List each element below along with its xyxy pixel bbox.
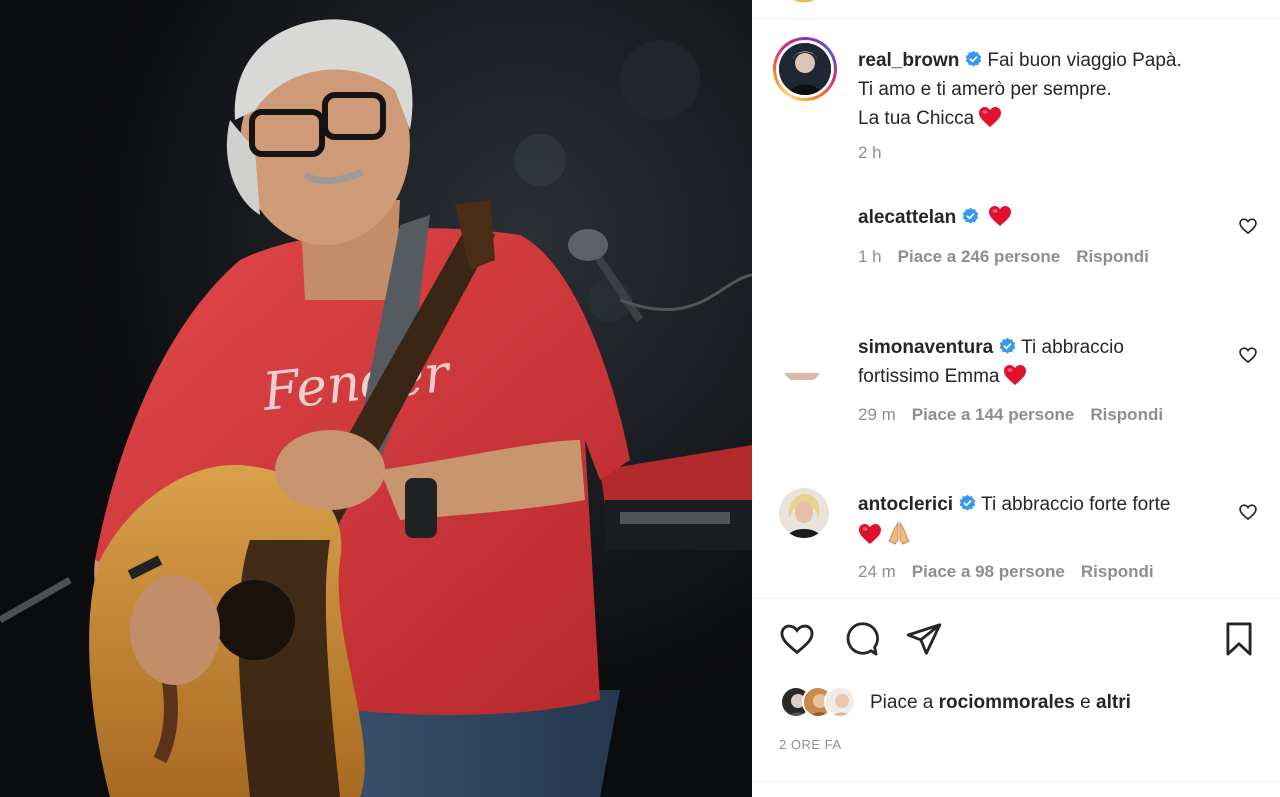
header-divider <box>752 18 1280 19</box>
praying-hands-emoji-icon <box>888 521 910 545</box>
likes-prefix: Piace a <box>870 692 934 713</box>
comment-antoclerici: antoclerici Ti abbraccio forte forte <box>858 490 1238 550</box>
comment-like-heart-icon[interactable] <box>1238 502 1258 522</box>
commenter-avatar-image <box>779 488 829 538</box>
liker-username[interactable]: rociommorales <box>939 692 1075 713</box>
comment-icon[interactable] <box>842 620 880 658</box>
avatar-ring-stub <box>790 0 818 2</box>
heart-icon[interactable] <box>778 620 816 658</box>
comment-username[interactable]: simonaventura <box>858 337 993 358</box>
verified-badge-icon <box>959 494 976 511</box>
caption-line-3: La tua Chicca <box>858 108 975 129</box>
bookmark-icon[interactable] <box>1220 620 1258 658</box>
comment-username[interactable]: alecattelan <box>858 207 956 228</box>
post-caption: real_brown Fai buon viaggio Papà. Ti amo … <box>858 46 1258 133</box>
comment-username[interactable]: antoclerici <box>858 494 953 515</box>
caption-line-1: Fai buon viaggio Papà. <box>987 50 1182 71</box>
comment-time: 29 m <box>858 405 896 424</box>
comment-like-heart-icon[interactable] <box>1238 345 1258 365</box>
comment-likes[interactable]: Piace a 246 persone <box>898 247 1061 266</box>
author-avatar[interactable] <box>773 37 837 101</box>
comment-text-line-2: fortissimo Emma <box>858 366 1000 387</box>
comment-time: 24 m <box>858 562 896 581</box>
verified-badge-icon <box>962 207 979 224</box>
caption-line-2: Ti amo e ti amerò per sempre. <box>858 79 1112 100</box>
comment-time: 1 h <box>858 247 882 266</box>
liker-avatar-3 <box>824 686 856 718</box>
comment-text-line-1: Ti abbraccio <box>1021 337 1124 358</box>
likes-text: Piace a rociommorales e altri <box>870 692 1131 714</box>
red-heart-emoji-icon <box>859 524 881 544</box>
post-photo: Fender <box>0 0 752 797</box>
share-icon[interactable] <box>905 620 943 658</box>
caption-username[interactable]: real_brown <box>858 50 959 71</box>
comment-like-heart-icon[interactable] <box>1238 216 1258 236</box>
comment-likes[interactable]: Piace a 144 persone <box>912 405 1075 424</box>
comment-meta: 24 m Piace a 98 persone Rispondi <box>858 562 1170 582</box>
caption-time: 2 h <box>858 143 898 163</box>
comment-alecattelan: alecattelan <box>858 203 1012 232</box>
post-timestamp: 2 ORE FA <box>779 737 842 752</box>
commenter-avatar[interactable] <box>779 488 829 538</box>
comments-panel: real_brown Fai buon viaggio Papà. Ti amo … <box>752 0 1280 797</box>
comment-text: Ti abbraccio forte forte <box>981 494 1171 515</box>
author-avatar-image <box>779 43 831 95</box>
liker-avatar-image <box>826 688 854 716</box>
red-heart-emoji-icon <box>979 107 1002 127</box>
red-heart-emoji-icon <box>1004 365 1027 385</box>
comment-simonaventura: simonaventura Ti abbraccio fortissimo Emm… <box>858 333 1238 391</box>
verified-badge-icon <box>966 50 982 67</box>
actions-divider <box>752 598 1280 599</box>
reply-button[interactable]: Rispondi <box>1090 405 1163 424</box>
commenter-avatar-image <box>784 373 820 380</box>
reply-button[interactable]: Rispondi <box>1081 562 1154 581</box>
likes-joiner: e <box>1080 692 1091 713</box>
reply-button[interactable]: Rispondi <box>1076 247 1149 266</box>
caption-time-text: 2 h <box>858 143 882 162</box>
musician-photo-illustration: Fender <box>0 0 752 797</box>
likes-others-link[interactable]: altri <box>1096 692 1131 713</box>
red-heart-emoji-icon <box>989 206 1012 226</box>
bottom-divider <box>752 781 1280 782</box>
comment-likes[interactable]: Piace a 98 persone <box>912 562 1065 581</box>
comment-meta: 1 h Piace a 246 persone Rispondi <box>858 247 1165 267</box>
verified-badge-icon <box>999 337 1016 354</box>
commenter-avatar-partial[interactable] <box>780 370 824 380</box>
comment-meta: 29 m Piace a 144 persone Rispondi <box>858 405 1179 425</box>
